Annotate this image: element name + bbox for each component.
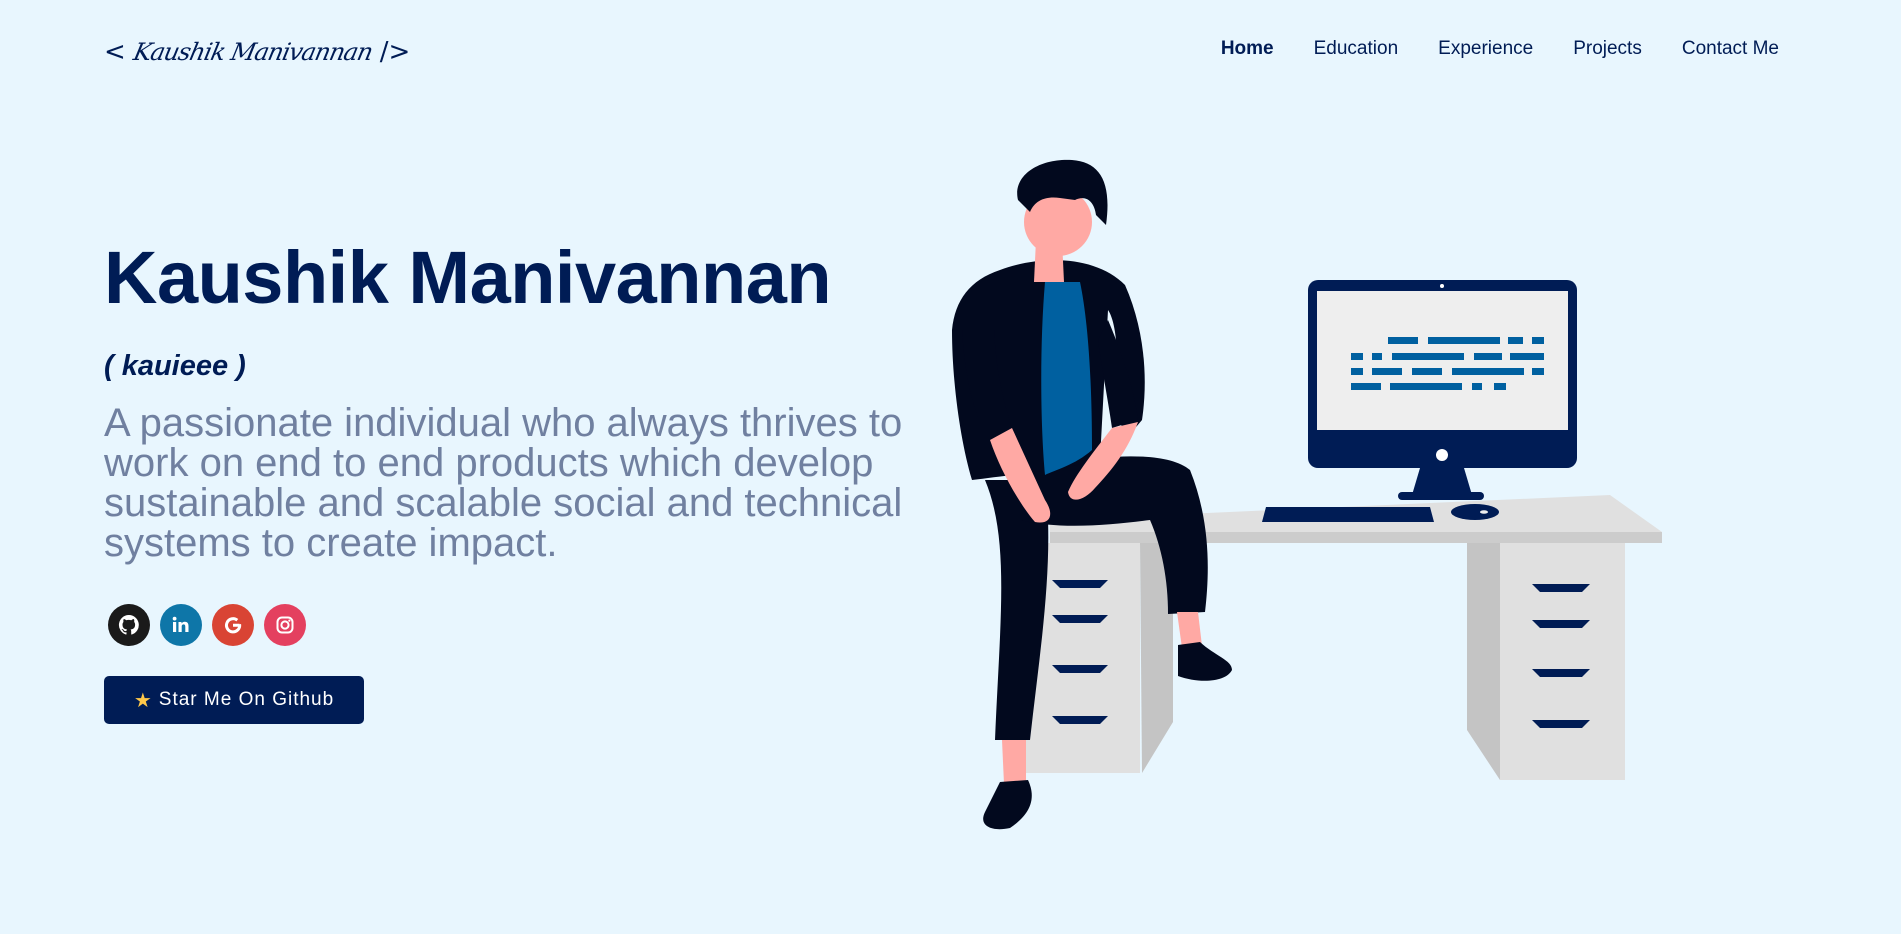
person-back-shoe — [983, 780, 1032, 830]
header: < Kaushik Manivannan /> Home Education E… — [0, 0, 1901, 110]
google-link[interactable] — [212, 604, 254, 646]
right-drawer-side — [1467, 543, 1500, 780]
linkedin-link[interactable] — [160, 604, 202, 646]
person-shirt — [1041, 282, 1092, 475]
right-drawer-handle-1 — [1532, 584, 1590, 592]
github-link[interactable] — [108, 604, 150, 646]
star-button-label: Star Me On Github — [158, 689, 335, 710]
keyboard — [1262, 507, 1434, 522]
linkedin-icon — [172, 616, 189, 632]
monitor-stand — [1412, 468, 1472, 495]
left-drawer-handle-2 — [1052, 615, 1108, 623]
main-nav: Home Education Experience Projects Conta… — [1221, 38, 1779, 60]
nav-home[interactable]: Home — [1221, 38, 1274, 60]
left-drawer-handle-3 — [1052, 665, 1108, 673]
right-drawer-handle-3 — [1532, 669, 1590, 677]
logo[interactable]: < Kaushik Manivannan /> — [104, 30, 434, 74]
instagram-icon — [276, 616, 294, 634]
nav-experience[interactable]: Experience — [1438, 38, 1533, 60]
right-drawer-handle-4 — [1532, 720, 1590, 728]
google-icon — [225, 617, 242, 634]
monitor-power-light — [1436, 449, 1448, 461]
right-drawer-handle-2 — [1532, 620, 1590, 628]
logo-close-bracket: /> — [379, 37, 411, 67]
hero-intro: Kaushik Manivannan ( kauieee ) A passion… — [104, 230, 924, 603]
hero-nickname: ( kauieee ) — [104, 350, 246, 382]
developer-desk-illustration — [952, 159, 1662, 830]
logo-open-bracket: < — [104, 37, 126, 67]
logo-signature: Kaushik Manivannan — [130, 38, 375, 66]
nav-projects[interactable]: Projects — [1573, 38, 1642, 60]
monitor-screen — [1317, 291, 1568, 430]
left-drawer-handle-1 — [1052, 580, 1108, 588]
desk-top-edge — [1050, 532, 1662, 543]
person-front-shoe — [1178, 642, 1232, 681]
mouse-highlight — [1480, 510, 1488, 514]
social-links — [108, 604, 306, 646]
nav-contact-me[interactable]: Contact Me — [1682, 38, 1779, 60]
instagram-link[interactable] — [264, 604, 306, 646]
monitor-camera — [1440, 284, 1444, 288]
star-icon: ★ — [133, 689, 153, 712]
github-icon — [118, 614, 139, 635]
mouse — [1451, 504, 1499, 520]
right-drawer-unit — [1500, 543, 1625, 780]
left-drawer-handle-4 — [1052, 716, 1108, 724]
monitor-base — [1398, 492, 1484, 500]
hero-tagline: A passionate individual who always thriv… — [104, 401, 903, 565]
person-back-ankle — [1002, 740, 1026, 784]
star-on-github-button[interactable]: ★ Star Me On Github — [104, 676, 364, 724]
nav-education[interactable]: Education — [1314, 38, 1399, 60]
hero-name: Kaushik Manivannan — [104, 236, 832, 319]
